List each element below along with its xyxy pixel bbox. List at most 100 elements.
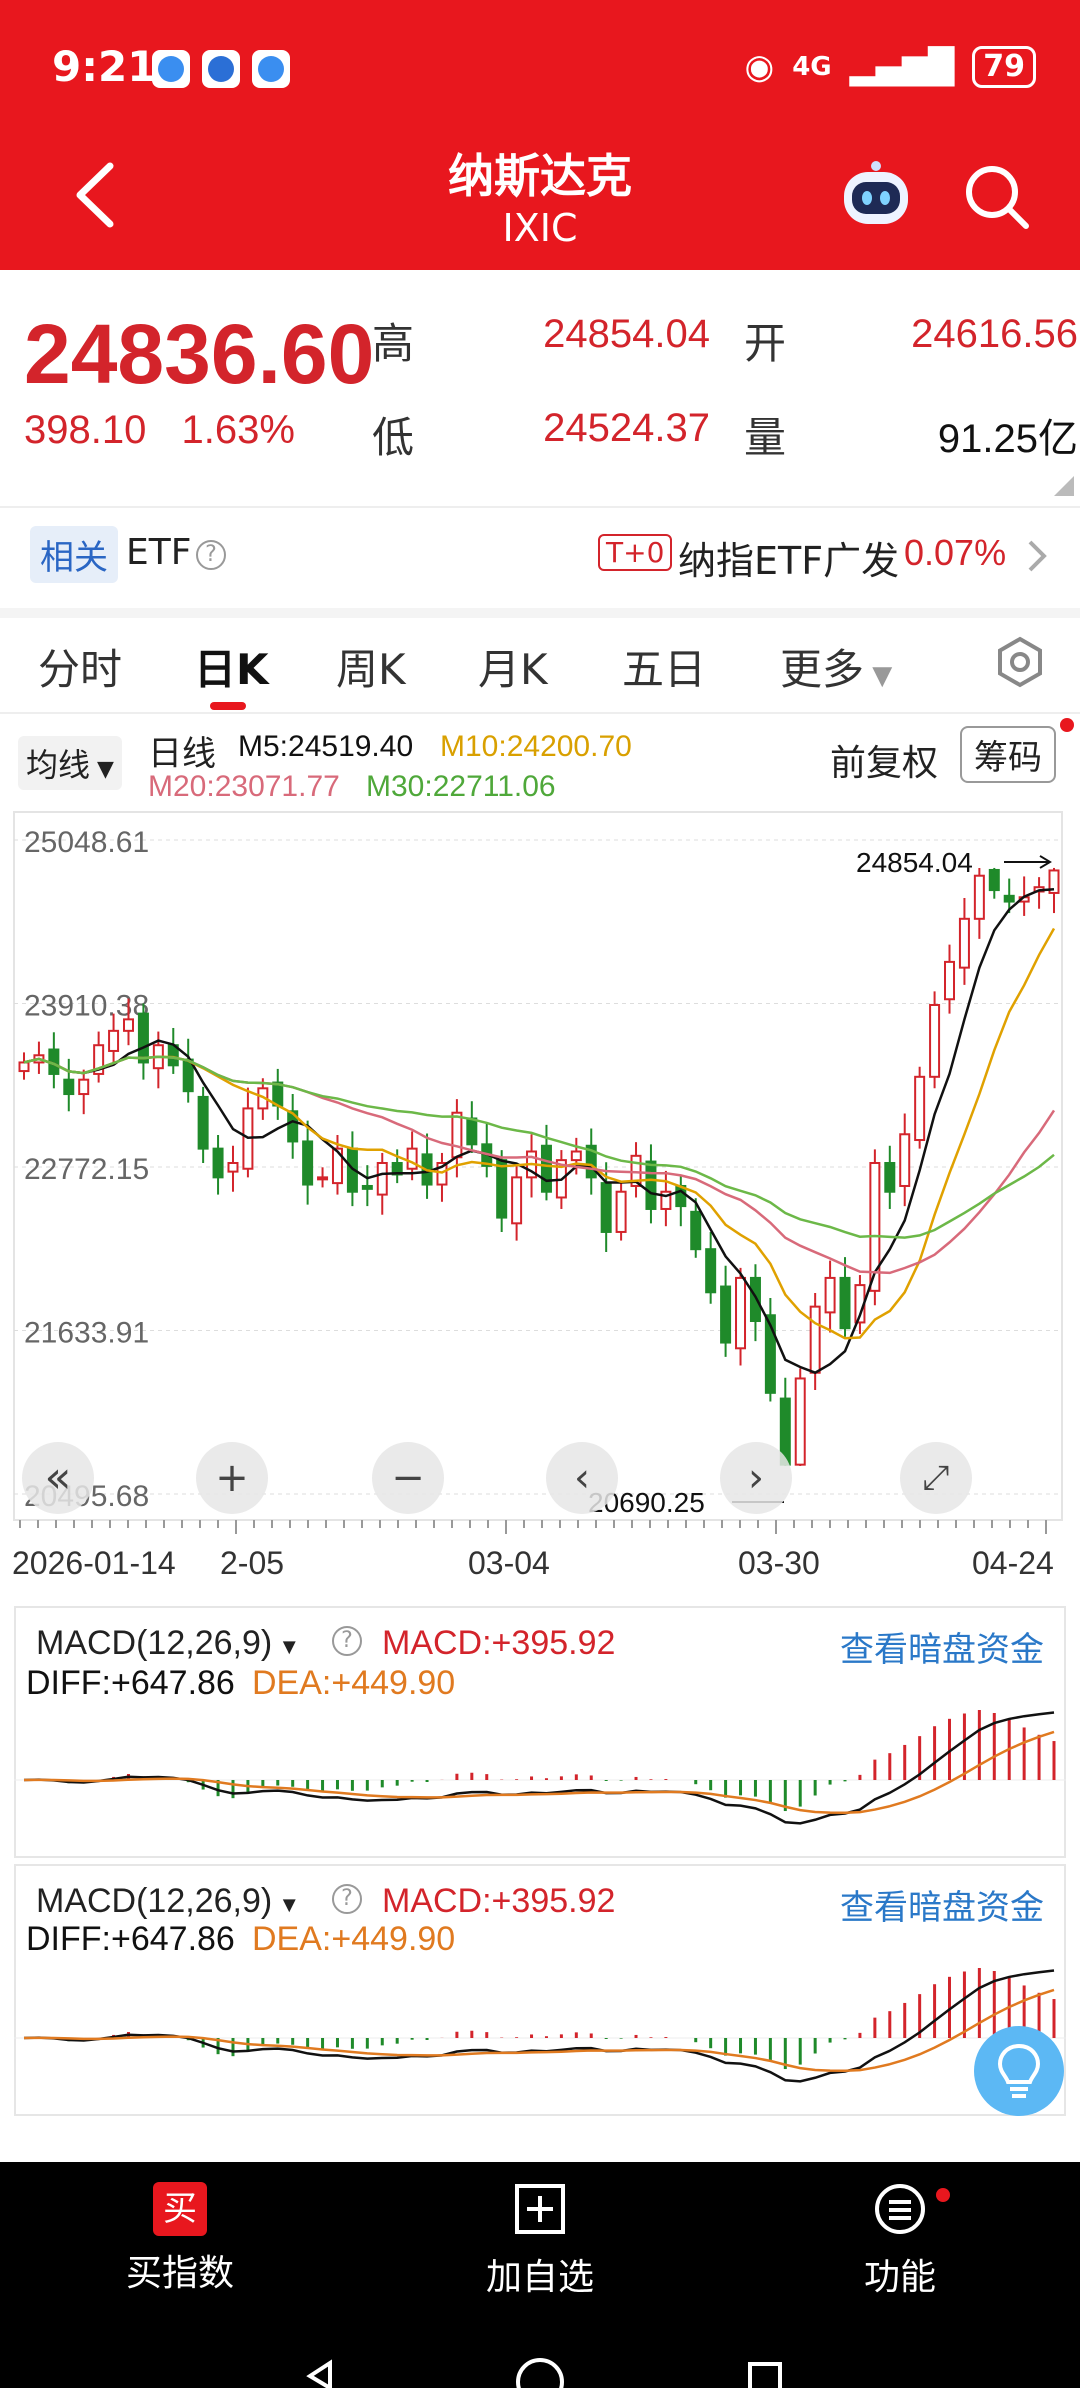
page-title: 纳斯达克 bbox=[448, 149, 632, 203]
dark-pool-link[interactable]: 查看暗盘资金 bbox=[840, 1880, 1044, 1929]
buy-index-button[interactable]: 买 买指数 bbox=[80, 2182, 280, 2296]
page-subtitle: IXIC bbox=[502, 206, 578, 250]
candle bbox=[197, 1095, 209, 1150]
candle bbox=[63, 1078, 75, 1096]
tab-intraday[interactable]: 分时 bbox=[38, 636, 122, 697]
status-indicators: ◉ 4G ▂▄▆█ 79 bbox=[745, 46, 1036, 88]
diff-value: DIFF:+647.86 bbox=[26, 1664, 235, 1702]
chevron-right-icon[interactable] bbox=[1022, 536, 1052, 576]
diff-value: DIFF:+647.86 bbox=[26, 1920, 235, 1958]
change-percent: 1.63% bbox=[181, 408, 295, 452]
nav-back-icon bbox=[306, 2359, 332, 2388]
diff-line bbox=[23, 1969, 1055, 2083]
add-icon bbox=[515, 2184, 565, 2234]
candle bbox=[645, 1160, 657, 1210]
etf-name[interactable]: 纳指ETF广发 bbox=[678, 530, 899, 585]
macd-selector[interactable]: MACD(12,26,9) ▼ bbox=[36, 1882, 300, 1921]
zoom-in-icon[interactable]: + bbox=[196, 1442, 268, 1514]
candle bbox=[137, 1012, 149, 1064]
macd-chart bbox=[14, 1710, 1066, 1825]
y-tick-label: 25048.61 bbox=[24, 826, 149, 859]
notification-dot bbox=[936, 2188, 950, 2202]
dropdown-icon: ▼ bbox=[864, 661, 893, 691]
message-icon bbox=[152, 50, 190, 88]
divider bbox=[0, 506, 1080, 508]
high-label: 高 bbox=[372, 319, 415, 368]
candle bbox=[317, 1176, 329, 1181]
candle bbox=[302, 1140, 314, 1186]
menu-icon bbox=[875, 2184, 925, 2234]
candle bbox=[958, 917, 970, 969]
help-icon[interactable]: ? bbox=[196, 540, 226, 570]
candle bbox=[615, 1190, 627, 1233]
candle bbox=[496, 1159, 508, 1219]
volume-value: 91.25亿 bbox=[937, 417, 1078, 461]
ma5-value: M5:24519.40 bbox=[238, 730, 414, 763]
expand-corner-icon[interactable] bbox=[1054, 476, 1074, 496]
message-icon bbox=[252, 50, 290, 88]
signal-icon: ▂▄▆█ bbox=[849, 47, 955, 87]
network-label: 4G bbox=[792, 52, 832, 82]
tab-monthly-k[interactable]: 月K bbox=[478, 636, 548, 697]
help-icon[interactable]: ? bbox=[332, 1626, 362, 1656]
t0-badge: T+0 bbox=[598, 534, 673, 571]
low-label: 低 bbox=[372, 413, 415, 462]
macd-value: MACD:+395.92 bbox=[382, 1882, 616, 1920]
candle bbox=[884, 1161, 896, 1193]
macd-selector[interactable]: MACD(12,26,9) ▼ bbox=[36, 1624, 300, 1663]
dea-line bbox=[23, 1730, 1055, 1815]
adjust-mode[interactable]: 前复权 bbox=[830, 734, 938, 786]
candle bbox=[122, 1018, 134, 1032]
price-change: 398.10 1.63% bbox=[24, 408, 295, 453]
pan-right-icon[interactable]: › bbox=[720, 1442, 792, 1514]
candle bbox=[1003, 894, 1015, 903]
rewind-icon[interactable]: « bbox=[22, 1442, 94, 1514]
candle bbox=[944, 960, 956, 1001]
pan-left-icon[interactable]: ‹ bbox=[546, 1442, 618, 1514]
fullscreen-icon[interactable]: ⤢ bbox=[900, 1442, 972, 1514]
bottom-action-bar: 买 买指数 加自选 功能 bbox=[0, 2162, 1080, 2388]
candle bbox=[600, 1182, 612, 1233]
add-watchlist-button[interactable]: 加自选 bbox=[440, 2182, 640, 2300]
lightbulb-fab[interactable] bbox=[974, 2026, 1064, 2116]
high-marker: 24854.04 bbox=[856, 847, 973, 878]
candle bbox=[749, 1276, 761, 1323]
candle bbox=[914, 1075, 926, 1142]
volume-label: 量 bbox=[744, 413, 787, 462]
candle bbox=[720, 1285, 732, 1344]
tab-more[interactable]: 更多 ▼ bbox=[780, 636, 892, 697]
func-label: 功能 bbox=[863, 2257, 936, 2298]
functions-button[interactable]: 功能 bbox=[800, 2182, 1000, 2300]
nav-recent-icon bbox=[748, 2362, 782, 2388]
tab-weekly-k[interactable]: 周K bbox=[336, 636, 406, 697]
ma10-value: M10:24200.70 bbox=[440, 730, 632, 763]
macd-chart bbox=[14, 1968, 1066, 2083]
search-icon[interactable] bbox=[962, 162, 1032, 232]
candle bbox=[361, 1184, 373, 1190]
active-tab-indicator bbox=[210, 702, 246, 710]
candle bbox=[929, 1003, 941, 1078]
chips-button[interactable]: 筹码 bbox=[960, 726, 1056, 783]
buy-icon: 买 bbox=[153, 2182, 207, 2236]
tab-five-day[interactable]: 五日 bbox=[622, 636, 706, 697]
help-icon[interactable]: ? bbox=[332, 1884, 362, 1914]
macd-name: MACD(12,26,9) bbox=[36, 1624, 273, 1662]
candle bbox=[973, 874, 985, 920]
x-tick-label: 03-04 bbox=[468, 1545, 550, 1581]
dark-pool-link[interactable]: 查看暗盘资金 bbox=[840, 1622, 1044, 1671]
candle bbox=[794, 1377, 806, 1466]
x-tick-label: 2026-01-14 bbox=[12, 1545, 176, 1581]
candle bbox=[899, 1133, 911, 1187]
y-tick-label: 23910.38 bbox=[24, 989, 149, 1022]
ma-selector[interactable]: 均线 ▼ bbox=[18, 736, 122, 790]
dropdown-icon: ▼ bbox=[272, 1634, 301, 1659]
robot-assistant-icon[interactable] bbox=[838, 160, 914, 230]
section-gap bbox=[0, 608, 1080, 618]
zoom-out-icon[interactable]: − bbox=[372, 1442, 444, 1514]
ma30-value: M30:22711.06 bbox=[366, 770, 556, 803]
candle bbox=[376, 1161, 388, 1196]
open-value: 24616.56 bbox=[911, 312, 1078, 356]
settings-icon[interactable] bbox=[994, 636, 1046, 688]
tab-daily-k[interactable]: 日K bbox=[194, 636, 269, 697]
candle bbox=[839, 1276, 851, 1330]
